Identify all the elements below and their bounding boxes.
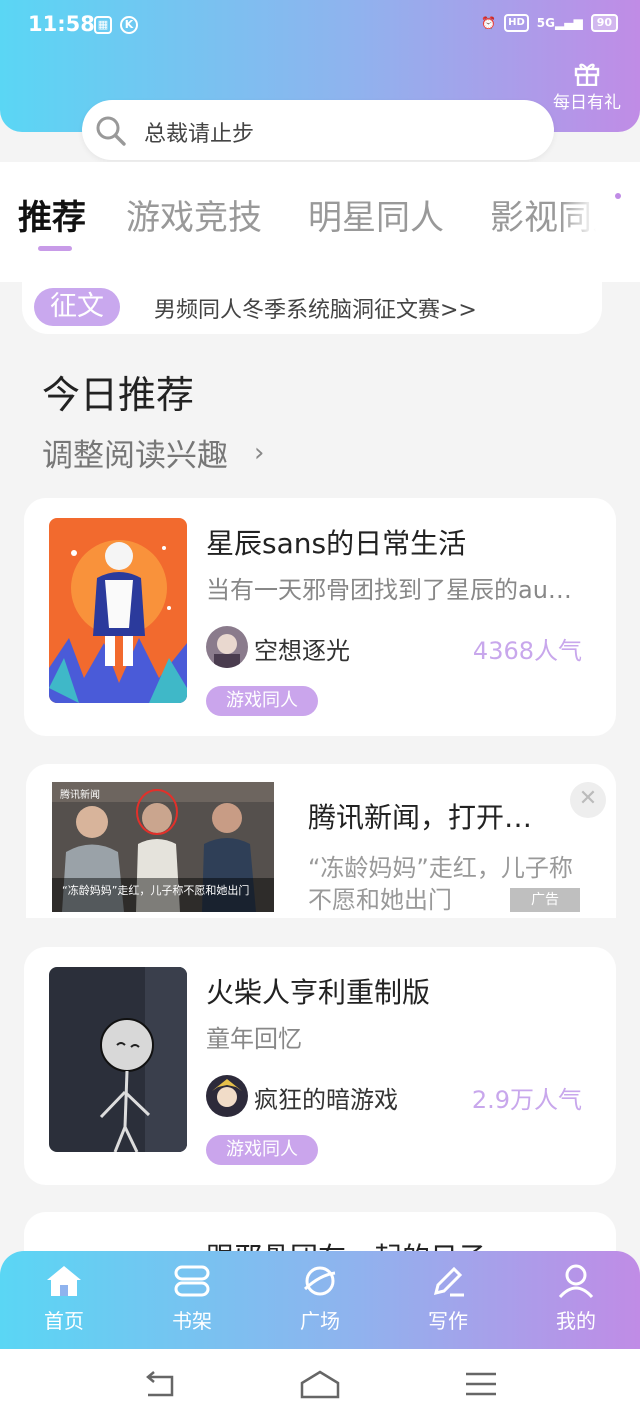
search-placeholder: 总裁请止步 <box>144 122 255 147</box>
search-icon <box>96 116 126 146</box>
bottom-navigation: 首页 书架 广场 写作 我的 <box>0 1251 640 1349</box>
network-label: 5G <box>536 16 555 30</box>
battery-icon: 90 <box>590 14 618 32</box>
gift-icon <box>574 63 600 86</box>
book-cover <box>49 518 187 703</box>
genre-tag[interactable]: 游戏同人 <box>206 1135 318 1165</box>
nav-write[interactable]: 写作 <box>398 1263 498 1334</box>
author-name: 疯狂的暗游戏 <box>254 1086 398 1114</box>
nav-profile-label: 我的 <box>556 1309 596 1333</box>
popularity-count: 4368人气 <box>472 637 582 665</box>
system-navigation-bar <box>0 1349 640 1422</box>
alarm-icon: ⏰ <box>481 16 497 30</box>
book-card[interactable]: 星辰sans的日常生活 当有一天邪骨团找到了星辰的au… 空想逐光 4368人气… <box>24 498 616 736</box>
gift-label: 每日有礼 <box>553 93 621 113</box>
popularity-count: 2.9万人气 <box>471 1086 582 1114</box>
ad-image-caption: “冻龄妈妈”走红，儿子称不愿和她出门 <box>62 884 250 897</box>
book-cover <box>49 967 187 1152</box>
author-avatar <box>206 1075 248 1117</box>
notification-app-icon: ▦ <box>94 16 112 34</box>
author-avatar <box>206 626 248 668</box>
pen-icon <box>433 1266 464 1297</box>
contest-notice[interactable]: 征文 男频同人冬季系统脑洞征文赛>> <box>22 282 602 334</box>
book-description: 童年回忆 <box>206 1025 302 1053</box>
status-bar: 11:58 ▦ K ⏰ HD 5G▂▄▆ 90 <box>0 0 640 52</box>
book-card[interactable]: 火柴人亨利重制版 童年回忆 疯狂的暗游戏 2.9万人气 游戏同人 <box>24 947 616 1185</box>
book-description: 当有一天邪骨团找到了星辰的au… <box>206 576 572 604</box>
ad-image-source: 腾讯新闻 <box>60 790 100 801</box>
ad-card[interactable]: 腾讯新闻 “冻龄妈妈”走红，儿子称不愿和她出门 腾讯新闻，打开… “冻龄妈妈”走… <box>26 764 616 918</box>
hd-badge: HD <box>504 14 529 32</box>
ad-image: 腾讯新闻 “冻龄妈妈”走红，儿子称不愿和她出门 <box>52 782 274 912</box>
planet-icon <box>303 1266 336 1296</box>
author-name: 空想逐光 <box>254 637 350 665</box>
tab-games[interactable]: 游戏竞技 <box>126 190 262 239</box>
notice-tag: 征文 <box>34 288 120 326</box>
tab-stars[interactable]: 明星同人 <box>308 190 444 239</box>
genre-tag[interactable]: 游戏同人 <box>206 686 318 716</box>
nav-write-label: 写作 <box>428 1309 468 1333</box>
section-title: 今日推荐 <box>42 373 195 417</box>
search-bar[interactable]: 总裁请止步 <box>82 100 554 160</box>
back-icon[interactable] <box>142 1369 178 1399</box>
status-time: 11:58 <box>28 12 95 36</box>
home-icon <box>47 1266 81 1296</box>
ad-badge: 广告 <box>510 888 580 912</box>
book-title: 火柴人亨利重制版 <box>206 976 431 1009</box>
adjust-interest-link[interactable]: 调整阅读兴趣 <box>42 430 228 475</box>
category-tabs: 推荐 游戏竞技 明星同人 影视同人 <box>0 162 640 282</box>
nav-square[interactable]: 广场 <box>270 1263 370 1334</box>
nav-home-label: 首页 <box>44 1309 84 1333</box>
daily-gift-button[interactable]: 每日有礼 <box>542 60 632 113</box>
nav-square-label: 广场 <box>300 1309 340 1333</box>
close-icon[interactable]: ✕ <box>570 782 606 818</box>
notice-text: 男频同人冬季系统脑洞征文赛>> <box>154 298 477 323</box>
bookshelf-icon <box>174 1265 210 1297</box>
book-title: 星辰sans的日常生活 <box>206 527 467 560</box>
chevron-right-icon: › <box>254 438 265 468</box>
ad-title: 腾讯新闻，打开… <box>308 801 533 834</box>
home-button-icon[interactable] <box>298 1369 342 1401</box>
nav-bookshelf-label: 书架 <box>172 1309 212 1333</box>
nav-bookshelf[interactable]: 书架 <box>142 1263 242 1334</box>
nav-home[interactable]: 首页 <box>14 1263 114 1334</box>
category-menu-icon[interactable] <box>586 190 626 230</box>
tab-active-indicator <box>38 246 72 251</box>
user-icon <box>558 1264 594 1299</box>
tab-recommend[interactable]: 推荐 <box>18 190 86 239</box>
signal-icon: 5G▂▄▆ <box>536 16 583 30</box>
menu-icon[interactable] <box>464 1369 498 1399</box>
k-app-icon: K <box>120 16 138 34</box>
status-right-group: ⏰ HD 5G▂▄▆ 90 <box>481 14 618 32</box>
nav-profile[interactable]: 我的 <box>526 1263 626 1334</box>
